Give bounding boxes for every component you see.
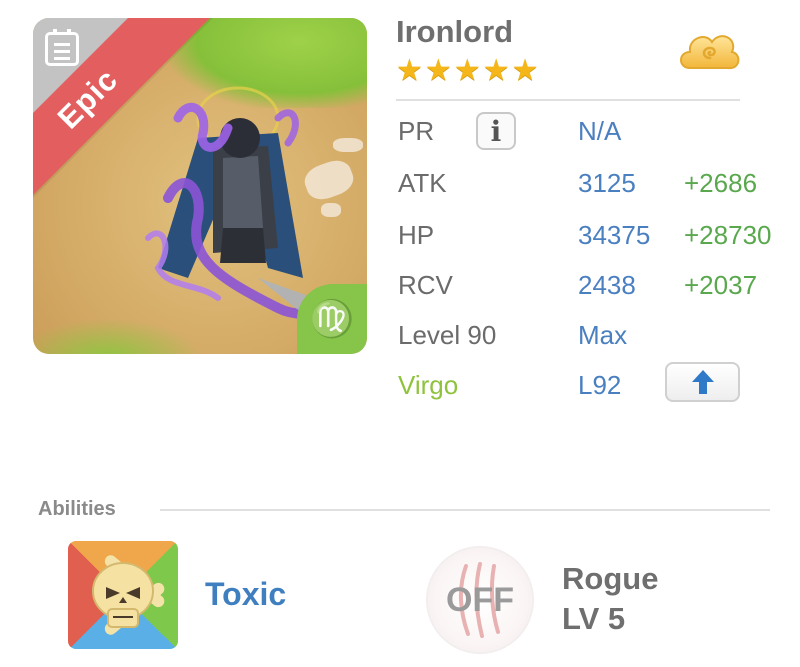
hp-label: HP	[398, 220, 435, 250]
star-icon: ★	[424, 54, 452, 87]
divider	[396, 99, 740, 101]
star-icon: ★	[482, 54, 510, 87]
hp-bonus: +28730	[684, 220, 772, 250]
star-icon: ★	[453, 54, 481, 87]
star-rating: ★ ★ ★ ★ ★	[396, 56, 539, 86]
arrow-up-icon	[691, 370, 714, 394]
atk-label: ATK	[398, 168, 447, 198]
notes-icon[interactable]	[45, 29, 79, 66]
rcv-label: RCV	[398, 270, 453, 300]
cloud-icon[interactable]	[676, 24, 742, 80]
hp-value: 34375	[578, 220, 651, 250]
passive-level: LV 5	[562, 601, 626, 636]
info-button[interactable]: i	[476, 112, 516, 150]
hero-portrait[interactable]: Epic ♍	[33, 18, 367, 354]
claw-scratch-icon[interactable]: OFF	[428, 548, 532, 652]
sign-level: L92	[578, 370, 622, 400]
divider	[160, 509, 770, 511]
atk-bonus: +2686	[684, 168, 758, 198]
rcv-bonus: +2037	[684, 270, 758, 300]
passive-status: OFF	[446, 580, 514, 619]
star-icon: ★	[396, 54, 423, 87]
star-icon: ★	[511, 54, 539, 87]
skull-graphic	[92, 555, 165, 635]
abilities-header: Abilities	[38, 498, 116, 520]
passive-name: Rogue	[562, 561, 659, 596]
atk-value: 3125	[578, 168, 636, 198]
pr-value: N/A	[578, 116, 622, 146]
info-icon: i	[490, 114, 502, 148]
level-label: Level 90	[398, 320, 497, 350]
virgo-icon: ♍	[297, 284, 367, 354]
level-value: Max	[578, 320, 628, 350]
hero-name: Ironlord	[396, 14, 514, 49]
rcv-value: 2438	[578, 270, 636, 300]
sign-label: Virgo	[398, 370, 459, 400]
pr-label: PR	[398, 116, 435, 146]
upgrade-button[interactable]	[665, 362, 740, 402]
ability-name-toxic[interactable]: Toxic	[205, 576, 286, 613]
skull-crossbones-icon[interactable]	[68, 541, 178, 649]
hero-figure	[145, 86, 338, 319]
